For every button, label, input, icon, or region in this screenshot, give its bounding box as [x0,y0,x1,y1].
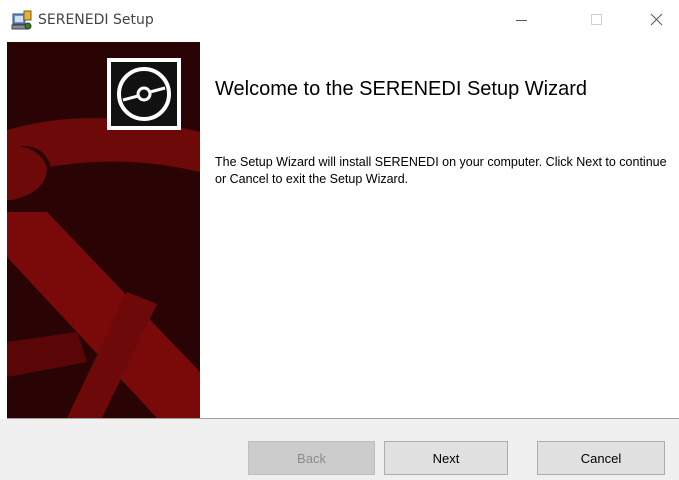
window-title: SERENEDI Setup [38,12,154,28]
wizard-banner [7,42,200,418]
title-bar[interactable]: SERENEDI Setup [0,0,679,40]
maximize-icon [591,14,602,25]
installer-icon [11,10,33,32]
welcome-description: The Setup Wizard will install SERENEDI o… [215,155,667,186]
close-icon [650,13,663,26]
disc-icon [107,58,181,130]
minimize-button[interactable] [499,0,545,40]
minimize-icon [516,20,527,21]
close-button[interactable] [633,0,679,40]
setup-window: SERENEDI Setup Welcome to the SERENEDI S… [0,0,679,480]
cancel-button[interactable]: Cancel [537,441,665,475]
next-button[interactable]: Next [384,441,508,475]
maximize-button [574,0,620,40]
page-title: Welcome to the SERENEDI Setup Wizard [215,78,587,100]
back-button: Back [248,441,375,475]
